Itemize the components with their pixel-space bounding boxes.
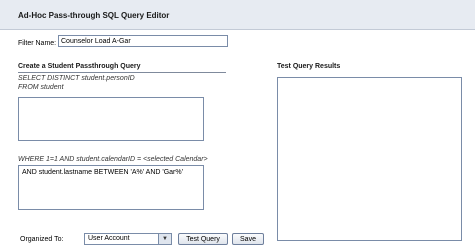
organized-to-label: Organized To:	[20, 236, 64, 243]
header-bar: Ad-Hoc Pass-through SQL Query Editor	[0, 0, 475, 30]
test-query-results-area[interactable]	[277, 77, 462, 241]
test-query-results-content	[278, 78, 461, 82]
where-clause-textarea-value: AND student.lastname BETWEEN 'A%' AND 'G…	[22, 169, 183, 176]
from-clause-textarea-value	[19, 98, 203, 102]
organized-to-select[interactable]: User Account ▼	[84, 233, 172, 245]
passthrough-query-heading: Create a Student Passthrough Query	[18, 63, 226, 73]
test-query-results-heading: Test Query Results	[277, 63, 341, 70]
chevron-down-icon[interactable]: ▼	[158, 234, 171, 244]
from-clause-textarea[interactable]	[18, 97, 204, 141]
from-clause-text: FROM student	[18, 84, 64, 91]
filter-name-input[interactable]: Counselor Load A-Gar	[58, 35, 228, 47]
test-query-button[interactable]: Test Query	[178, 233, 228, 245]
organized-to-value: User Account	[88, 235, 130, 242]
filter-name-label: Filter Name:	[18, 40, 57, 47]
where-clause-text: WHERE 1=1 AND student.calendarID = <sele…	[18, 156, 208, 163]
save-button[interactable]: Save	[232, 233, 264, 245]
select-clause-text: SELECT DISTINCT student.personID	[18, 75, 135, 82]
where-clause-textarea[interactable]: AND student.lastname BETWEEN 'A%' AND 'G…	[18, 165, 204, 210]
page-title: Ad-Hoc Pass-through SQL Query Editor	[18, 11, 170, 20]
